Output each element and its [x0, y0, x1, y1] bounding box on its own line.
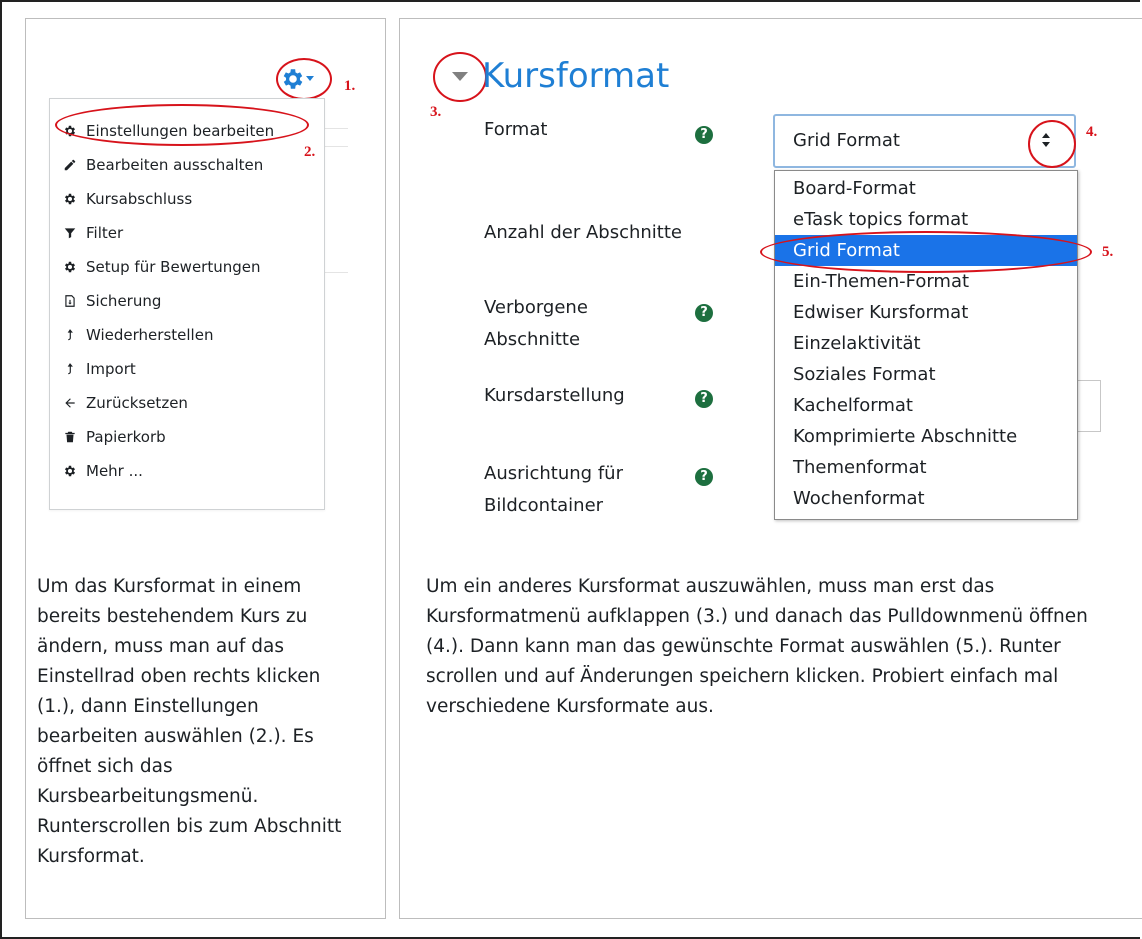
menu-item-label: Wiederherstellen	[86, 326, 214, 344]
settings-gear-button[interactable]	[278, 62, 322, 96]
label-verborgene-abschnitte-2: Abschnitte	[484, 329, 581, 350]
format-option[interactable]: Einzelaktivität	[775, 328, 1077, 359]
step-label-1: 1.	[344, 78, 356, 94]
menu-item-bearbeiten-ausschalten[interactable]: Bearbeiten ausschalten	[62, 149, 263, 181]
menu-item-import[interactable]: Import	[62, 353, 136, 385]
format-option[interactable]: Soziales Format	[775, 359, 1077, 390]
label-anzahl-abschnitte: Anzahl der Abschnitte	[484, 222, 682, 243]
help-icon[interactable]: ?	[695, 468, 713, 486]
menu-item-sicherung[interactable]: Sicherung	[62, 285, 161, 317]
format-option[interactable]: Themenformat	[775, 452, 1077, 483]
format-option[interactable]: Board-Format	[775, 173, 1077, 204]
menu-item-label: Setup für Bewertungen	[86, 258, 261, 276]
filter-icon	[62, 226, 78, 240]
label-kursdarstellung: Kursdarstellung	[484, 385, 625, 406]
menu-item-einstellungen-bearbeiten[interactable]: Einstellungen bearbeiten	[62, 115, 274, 147]
format-option[interactable]: Kachelformat	[775, 390, 1077, 421]
label-ausrichtung-2: Bildcontainer	[484, 495, 604, 516]
format-dropdown-list: Board-Format eTask topics format Grid Fo…	[774, 170, 1078, 520]
menu-item-label: Papierkorb	[86, 428, 166, 446]
file-icon	[62, 294, 78, 308]
menu-item-kursabschluss[interactable]: Kursabschluss	[62, 183, 192, 215]
format-option[interactable]: Ein-Themen-Format	[775, 266, 1077, 297]
format-select[interactable]: Grid Format	[773, 114, 1076, 168]
collapse-toggle-icon[interactable]	[452, 72, 468, 81]
menu-item-papierkorb[interactable]: Papierkorb	[62, 421, 166, 453]
format-option[interactable]: Komprimierte Abschnitte	[775, 421, 1077, 452]
gear-icon	[62, 192, 78, 206]
select-arrows-icon[interactable]	[1040, 133, 1052, 149]
menu-item-label: Zurücksetzen	[86, 394, 188, 412]
menu-item-setup-bewertungen[interactable]: Setup für Bewertungen	[62, 251, 261, 283]
pencil-icon	[62, 158, 78, 172]
step-label-4: 4.	[1086, 124, 1098, 140]
trash-icon	[62, 430, 78, 444]
left-instructions: Um das Kursformat in einem bereits beste…	[37, 576, 342, 867]
format-select-value: Grid Format	[793, 130, 900, 151]
section-title-kursformat[interactable]: Kursformat	[482, 56, 669, 96]
format-option-selected[interactable]: Grid Format	[775, 235, 1077, 266]
menu-item-label: Mehr ...	[86, 462, 143, 480]
label-ausrichtung-1: Ausrichtung für	[484, 463, 623, 484]
gear-icon	[283, 69, 303, 89]
menu-item-label: Bearbeiten ausschalten	[86, 156, 264, 174]
menu-item-label: Import	[86, 360, 136, 378]
menu-item-mehr[interactable]: Mehr ...	[62, 455, 143, 487]
step-label-5: 5.	[1102, 244, 1114, 260]
help-icon[interactable]: ?	[695, 126, 713, 144]
upload-icon	[62, 328, 78, 342]
right-instructions: Um ein anderes Kursformat auszuwählen, m…	[426, 576, 1088, 717]
menu-item-label: Sicherung	[86, 292, 162, 310]
gear-icon	[62, 260, 78, 274]
help-icon[interactable]: ?	[695, 304, 713, 322]
chevron-down-icon	[306, 76, 314, 81]
menu-item-label: Filter	[86, 224, 124, 242]
gear-icon	[62, 124, 78, 138]
step-label-2: 2.	[304, 144, 316, 160]
menu-item-label: Kursabschluss	[86, 190, 193, 208]
step-label-3: 3.	[430, 104, 442, 120]
format-option[interactable]: Edwiser Kursformat	[775, 297, 1077, 328]
help-icon[interactable]: ?	[695, 390, 713, 408]
menu-item-filter[interactable]: Filter	[62, 217, 123, 249]
menu-item-zuruecksetzen[interactable]: Zurücksetzen	[62, 387, 188, 419]
label-verborgene-abschnitte-1: Verborgene	[484, 297, 588, 318]
arrow-left-icon	[62, 396, 78, 410]
menu-item-label: Einstellungen bearbeiten	[86, 122, 275, 140]
format-option[interactable]: Wochenformat	[775, 483, 1077, 514]
upload-icon	[62, 362, 78, 376]
course-admin-menu: Einstellungen bearbeiten Bearbeiten auss…	[49, 98, 325, 510]
label-format: Format	[484, 119, 548, 140]
menu-item-wiederherstellen[interactable]: Wiederherstellen	[62, 319, 213, 351]
gear-icon	[62, 464, 78, 478]
format-option[interactable]: eTask topics format	[775, 204, 1077, 235]
